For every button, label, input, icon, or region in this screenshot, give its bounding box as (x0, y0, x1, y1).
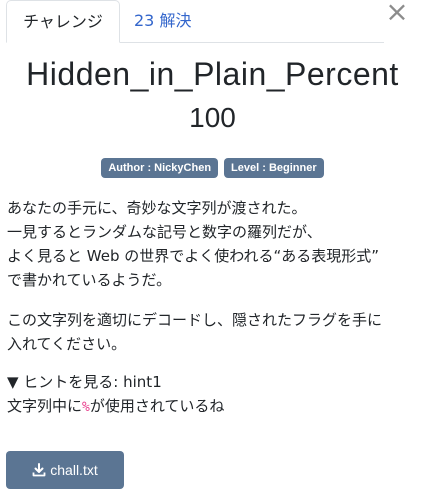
badge-row: Author : NickyChen Level : Beginner (0, 158, 425, 178)
hint-toggle[interactable]: ▼ ヒントを見る: hint1 (7, 371, 162, 393)
level-badge: Level : Beginner (224, 158, 324, 178)
tab-challenge[interactable]: チャレンジ (6, 0, 120, 43)
hint-content: 文字列中に%が使用されているね (7, 395, 224, 419)
tab-bar: チャレンジ 23 解決 (6, 0, 384, 43)
description-line: 一見するとランダムな記号と数字の羅列だが、 (7, 223, 322, 241)
description-line: あなたの手元に、奇妙な文字列が渡された。 (7, 199, 307, 217)
close-icon[interactable]: × (384, 0, 410, 26)
instruction-line: この文字列を適切にデコードし、隠されたフラグを手に (7, 311, 383, 329)
instruction-line: 入れてください。 (7, 335, 127, 353)
tab-solves[interactable]: 23 解決 (134, 0, 194, 42)
description-line: よく見ると Web の世界でよく使われる“ある表現形式” (7, 247, 380, 265)
challenge-modal: チャレンジ 23 解決 × Hidden_in_Plain_Percent 10… (0, 0, 425, 501)
challenge-instruction: この文字列を適切にデコードし、隠されたフラグを手に 入れてください。 (7, 308, 417, 356)
download-file-button[interactable]: chall.txt (6, 451, 124, 489)
download-icon (32, 463, 46, 477)
author-badge: Author : NickyChen (101, 158, 219, 178)
download-file-label: chall.txt (50, 462, 98, 478)
hint-text-after: が使用されているね (89, 397, 225, 415)
hint-text-before: 文字列中に (7, 397, 83, 415)
challenge-description: あなたの手元に、奇妙な文字列が渡された。 一見するとランダムな記号と数字の羅列だ… (7, 196, 417, 292)
challenge-points: 100 (189, 102, 236, 133)
challenge-title: Hidden_in_Plain_Percent (26, 56, 399, 92)
description-line: で書かれているようだ。 (7, 271, 172, 289)
hint-code: % (82, 400, 90, 415)
